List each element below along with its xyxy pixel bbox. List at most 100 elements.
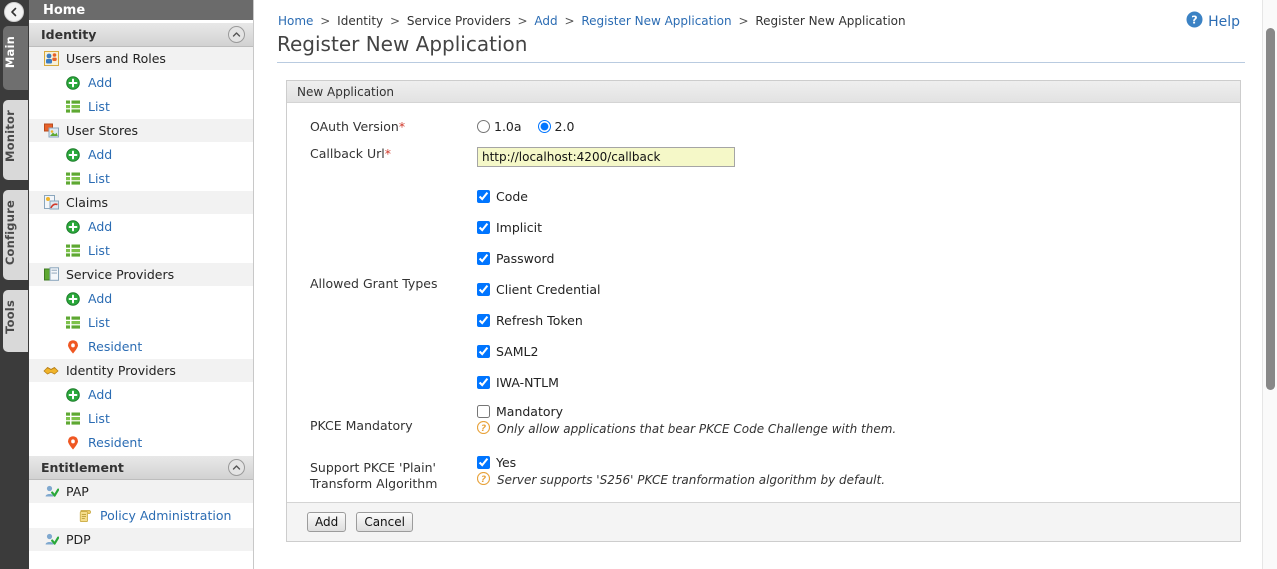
breadcrumb-item-identity: Identity bbox=[337, 14, 383, 28]
sidebar-item-label[interactable]: Add bbox=[88, 387, 112, 402]
sidebar-collapse-button[interactable] bbox=[4, 2, 24, 22]
page-scrollbar[interactable] bbox=[1262, 0, 1277, 569]
breadcrumb-item-current: Register New Application bbox=[755, 14, 905, 28]
handshake-icon bbox=[43, 363, 59, 379]
sidebar-item-users-add[interactable]: Add bbox=[29, 71, 253, 95]
sidebar: Home Identity Users and Roles bbox=[29, 0, 254, 569]
resident-pin-icon bbox=[65, 339, 81, 355]
breadcrumb-item-register-new-application[interactable]: Register New Application bbox=[581, 14, 731, 28]
page-title: Register New Application bbox=[277, 32, 527, 56]
sidebar-item-service-providers-list[interactable]: List bbox=[29, 311, 253, 335]
grant-type-saml2-checkbox[interactable] bbox=[477, 345, 490, 358]
users-icon bbox=[43, 51, 59, 67]
cancel-button[interactable]: Cancel bbox=[356, 512, 413, 532]
sidebar-item-label: Claims bbox=[66, 195, 108, 210]
rail-tab-tools[interactable]: Tools bbox=[3, 290, 28, 352]
grant-types-checkbox-group: Code Implicit Password Client Crede bbox=[477, 181, 1240, 398]
sidebar-item-label[interactable]: List bbox=[88, 315, 110, 330]
sidebar-section-entitlement[interactable]: Entitlement bbox=[29, 455, 253, 480]
add-button[interactable]: Add bbox=[307, 512, 346, 532]
rail-tab-configure[interactable]: Configure bbox=[3, 190, 28, 280]
grant-type-iwa-ntlm-checkbox[interactable] bbox=[477, 376, 490, 389]
question-circle-icon: ? bbox=[477, 472, 491, 488]
grant-type-implicit: Implicit bbox=[477, 212, 1240, 243]
breadcrumb-separator: > bbox=[320, 14, 330, 28]
sidebar-item-label[interactable]: List bbox=[88, 411, 110, 426]
help-link[interactable]: ? Help bbox=[1186, 11, 1240, 32]
sidebar-section-entitlement-title: Entitlement bbox=[41, 460, 228, 475]
pkce-mandatory-hint-text: Only allow applications that bear PKCE C… bbox=[497, 422, 896, 436]
new-application-panel: New Application OAuth Version* 1.0a 2.0 bbox=[286, 80, 1241, 542]
sidebar-item-label: Service Providers bbox=[66, 267, 174, 282]
sidebar-item-service-providers-resident[interactable]: Resident bbox=[29, 335, 253, 359]
list-icon bbox=[65, 243, 81, 259]
sidebar-item-label[interactable]: List bbox=[88, 99, 110, 114]
pkce-mandatory-checkbox[interactable] bbox=[477, 405, 490, 418]
oauth-version-radio-1-0a[interactable] bbox=[477, 120, 490, 133]
grant-type-client-credential: Client Credential bbox=[477, 274, 1240, 305]
grant-type-client-credential-checkbox[interactable] bbox=[477, 283, 490, 296]
pap-icon bbox=[43, 484, 59, 500]
sidebar-item-pdp[interactable]: PDP bbox=[29, 528, 253, 552]
sidebar-item-service-providers-add[interactable]: Add bbox=[29, 287, 253, 311]
claims-icon bbox=[43, 195, 59, 211]
grant-type-iwa-ntlm: IWA-NTLM bbox=[477, 367, 1240, 398]
sidebar-item-claims[interactable]: Claims bbox=[29, 191, 253, 215]
list-icon bbox=[65, 99, 81, 115]
sidebar-item-users-and-roles[interactable]: Users and Roles bbox=[29, 47, 253, 71]
grant-type-implicit-checkbox[interactable] bbox=[477, 221, 490, 234]
breadcrumb-item-service-providers: Service Providers bbox=[407, 14, 511, 28]
pkce-plain-checkbox-label: Yes bbox=[496, 455, 516, 470]
sidebar-item-label[interactable]: Resident bbox=[88, 435, 142, 450]
sidebar-item-label[interactable]: List bbox=[88, 171, 110, 186]
sidebar-item-service-providers[interactable]: Service Providers bbox=[29, 263, 253, 287]
sidebar-item-label[interactable]: Policy Administration bbox=[100, 508, 231, 523]
sidebar-item-identity-providers-list[interactable]: List bbox=[29, 407, 253, 431]
title-divider bbox=[277, 62, 1245, 63]
sidebar-home-header[interactable]: Home bbox=[29, 0, 253, 22]
rail-tab-main[interactable]: Main bbox=[3, 26, 28, 90]
callback-url-input[interactable] bbox=[477, 147, 735, 167]
grant-type-password-checkbox[interactable] bbox=[477, 252, 490, 265]
help-label: Help bbox=[1208, 14, 1240, 30]
grant-type-refresh-token-checkbox[interactable] bbox=[477, 314, 490, 327]
sidebar-item-users-list[interactable]: List bbox=[29, 95, 253, 119]
sidebar-item-label[interactable]: Add bbox=[88, 291, 112, 306]
rail-tab-monitor[interactable]: Monitor bbox=[3, 100, 28, 180]
pkce-mandatory-hint: ? Only allow applications that bear PKCE… bbox=[477, 421, 1240, 437]
sidebar-item-pap[interactable]: PAP bbox=[29, 480, 253, 504]
sidebar-item-label[interactable]: Add bbox=[88, 75, 112, 90]
sidebar-item-label[interactable]: Add bbox=[88, 219, 112, 234]
svg-text:?: ? bbox=[481, 424, 486, 434]
oauth-version-radio-2-0[interactable] bbox=[538, 120, 551, 133]
sidebar-item-label[interactable]: List bbox=[88, 243, 110, 258]
grant-type-code: Code bbox=[477, 181, 1240, 212]
page-scrollbar-thumb[interactable] bbox=[1266, 28, 1275, 390]
sidebar-item-label[interactable]: Add bbox=[88, 147, 112, 162]
sidebar-item-user-stores-add[interactable]: Add bbox=[29, 143, 253, 167]
chevron-up-icon[interactable] bbox=[228, 459, 245, 476]
sidebar-item-identity-providers[interactable]: Identity Providers bbox=[29, 359, 253, 383]
sidebar-item-label[interactable]: Resident bbox=[88, 339, 142, 354]
sidebar-item-claims-add[interactable]: Add bbox=[29, 215, 253, 239]
sidebar-item-identity-providers-resident[interactable]: Resident bbox=[29, 431, 253, 455]
sidebar-item-label: Identity Providers bbox=[66, 363, 176, 378]
main-content: Home > Identity > Service Providers > Ad… bbox=[255, 0, 1262, 569]
pkce-plain-checkbox[interactable] bbox=[477, 456, 490, 469]
sidebar-item-identity-providers-add[interactable]: Add bbox=[29, 383, 253, 407]
sidebar-item-claims-list[interactable]: List bbox=[29, 239, 253, 263]
breadcrumb-item-add[interactable]: Add bbox=[534, 14, 557, 28]
sidebar-item-user-stores-list[interactable]: List bbox=[29, 167, 253, 191]
chevron-up-icon[interactable] bbox=[228, 26, 245, 43]
svg-text:?: ? bbox=[481, 475, 486, 485]
grant-type-code-checkbox[interactable] bbox=[477, 190, 490, 203]
sidebar-item-user-stores[interactable]: User Stores bbox=[29, 119, 253, 143]
callback-url-label: Callback Url* bbox=[287, 146, 477, 162]
breadcrumb-item-home[interactable]: Home bbox=[278, 14, 313, 28]
sidebar-item-policy-administration[interactable]: Policy Administration bbox=[29, 504, 253, 528]
chevron-left-icon bbox=[9, 7, 19, 17]
pkce-mandatory-label-text: PKCE Mandatory bbox=[310, 418, 413, 433]
pap-icon bbox=[43, 532, 59, 548]
sidebar-section-identity[interactable]: Identity bbox=[29, 22, 253, 47]
pkce-plain-hint: ? Server supports 'S256' PKCE tranformat… bbox=[477, 472, 1240, 488]
